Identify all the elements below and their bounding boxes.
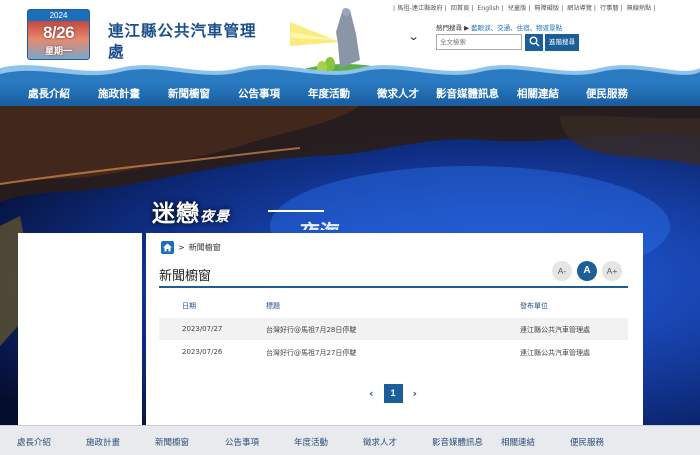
hot-search-item[interactable]: 物遊景點 <box>536 24 562 32</box>
nav-item-announcements[interactable]: 公告事項 <box>238 82 280 106</box>
news-content-panel: > 新聞櫥窗 新聞櫥窗 A- A A+ 日期 標題 發布單位 2023/07/2… <box>146 233 643 425</box>
row-date: 2023/07/26 <box>182 348 223 356</box>
pagination-next-icon[interactable]: › <box>413 387 418 400</box>
nav-item-recruitment[interactable]: 徵求人才 <box>377 82 419 106</box>
breadcrumb-separator: > <box>178 243 185 252</box>
table-row[interactable]: 2023/07/26 台灣好行@馬祖7月27日停駛 連江縣公共汽車管理處 <box>159 341 628 363</box>
footer-item-events[interactable]: 年度活動 <box>294 436 328 448</box>
home-icon[interactable] <box>161 241 174 254</box>
link-english[interactable]: English <box>477 5 499 12</box>
breadcrumb: > 新聞櫥窗 <box>161 241 221 254</box>
column-header-date: 日期 <box>182 302 196 310</box>
pagination: ‹ 1 › <box>369 383 417 403</box>
nav-item-events[interactable]: 年度活動 <box>308 82 350 106</box>
font-size-large-button[interactable]: A+ <box>602 261 622 281</box>
search-input[interactable] <box>436 34 522 50</box>
top-utility-links: | 馬祖-連江縣政府 | 回首頁 | English | 兒童版 | 無障礙版 | 網站導覽… <box>393 5 656 12</box>
hot-search: 熱門搜尋 ▶ 藍眼淚、交通、住宿、物遊景點 <box>436 24 563 32</box>
advanced-search-button[interactable]: 進階搜尋 <box>545 34 579 51</box>
hot-search-item[interactable]: 交通 <box>497 24 510 32</box>
column-header-unit: 發布單位 <box>520 302 548 310</box>
page-title: 新聞櫥窗 <box>159 269 212 284</box>
nav-item-director[interactable]: 處長介紹 <box>28 82 70 106</box>
footer-nav: 處長介紹 施政計畫 新聞櫥窗 公告事項 年度活動 徵求人才 影音媒體訊息 相關連… <box>0 425 700 455</box>
nav-item-media[interactable]: 影音媒體訊息 <box>436 82 499 106</box>
footer-item-media[interactable]: 影音媒體訊息 <box>432 436 483 448</box>
site-header: 2024 8/26 星期一 連江縣公共汽車管理處 ⌄ | 馬祖-連江縣政府 | 回首… <box>0 0 700 82</box>
title-divider <box>159 286 628 288</box>
link-accessible[interactable]: 無障礙版 <box>534 5 559 12</box>
pagination-page-1[interactable]: 1 <box>383 383 403 403</box>
column-header-title: 標題 <box>266 302 280 310</box>
link-calendar[interactable]: 行事曆 <box>600 5 619 12</box>
link-kids[interactable]: 兒童版 <box>508 5 527 12</box>
footer-item-services[interactable]: 便民服務 <box>570 436 604 448</box>
link-sitemap[interactable]: 網站導覽 <box>567 5 592 12</box>
link-county-gov[interactable]: 馬祖-連江縣政府 <box>397 5 443 12</box>
left-sidebar-panel <box>18 233 142 425</box>
banner-title-small: 夜景 <box>200 209 230 225</box>
font-size-small-button[interactable]: A- <box>552 261 572 281</box>
row-unit: 連江縣公共汽車管理處 <box>520 349 590 357</box>
footer-item-news[interactable]: 新聞櫥窗 <box>155 436 189 448</box>
link-home[interactable]: 回首頁 <box>451 5 470 12</box>
nav-item-policy[interactable]: 施政計畫 <box>98 82 140 106</box>
banner-slogan: 迷戀夜景 <box>152 194 230 228</box>
hot-search-item[interactable]: 住宿 <box>517 24 530 32</box>
hot-search-label: 熱門搜尋 ▶ <box>436 24 470 32</box>
nav-item-services[interactable]: 便民服務 <box>586 82 628 106</box>
date-month-day: 8/26 <box>42 23 75 42</box>
pagination-prev-icon[interactable]: ‹ <box>369 387 374 400</box>
date-year: 2024 <box>49 11 68 20</box>
link-wifi[interactable]: 無線熱點 <box>627 5 652 12</box>
footer-item-director[interactable]: 處長介紹 <box>17 436 51 448</box>
chevron-down-icon[interactable]: ⌄ <box>408 30 420 43</box>
row-date: 2023/07/27 <box>182 325 223 333</box>
nav-item-news[interactable]: 新聞櫥窗 <box>168 82 210 106</box>
banner-partial-text: 夜海 <box>300 216 340 230</box>
nav-item-links[interactable]: 相關連結 <box>517 82 559 106</box>
row-unit: 連江縣公共汽車管理處 <box>520 326 590 334</box>
footer-item-links[interactable]: 相關連結 <box>501 436 535 448</box>
banner-title: 迷戀 <box>152 200 200 227</box>
hot-search-item[interactable]: 藍眼淚 <box>471 24 491 32</box>
main-nav: 處長介紹 施政計畫 新聞櫥窗 公告事項 年度活動 徵求人才 影音媒體訊息 相關連… <box>0 82 700 106</box>
footer-item-recruitment[interactable]: 徵求人才 <box>363 436 397 448</box>
table-row[interactable]: 2023/07/27 台灣好行@馬祖7月28日停駛 連江縣公共汽車管理處 <box>159 318 628 340</box>
footer-item-announcements[interactable]: 公告事項 <box>225 436 259 448</box>
row-title-link[interactable]: 台灣好行@馬祖7月28日停駛 <box>266 325 356 335</box>
wave-decoration <box>0 65 700 82</box>
breadcrumb-current[interactable]: 新聞櫥窗 <box>189 242 221 253</box>
banner-divider <box>268 210 324 212</box>
row-title-link[interactable]: 台灣好行@馬祖7月27日停駛 <box>266 348 356 358</box>
search-button[interactable] <box>525 34 543 51</box>
font-size-medium-button[interactable]: A <box>577 261 597 281</box>
date-calendar-badge: 2024 8/26 星期一 <box>27 9 90 60</box>
search-icon <box>529 36 540 47</box>
footer-item-policy[interactable]: 施政計畫 <box>86 436 120 448</box>
